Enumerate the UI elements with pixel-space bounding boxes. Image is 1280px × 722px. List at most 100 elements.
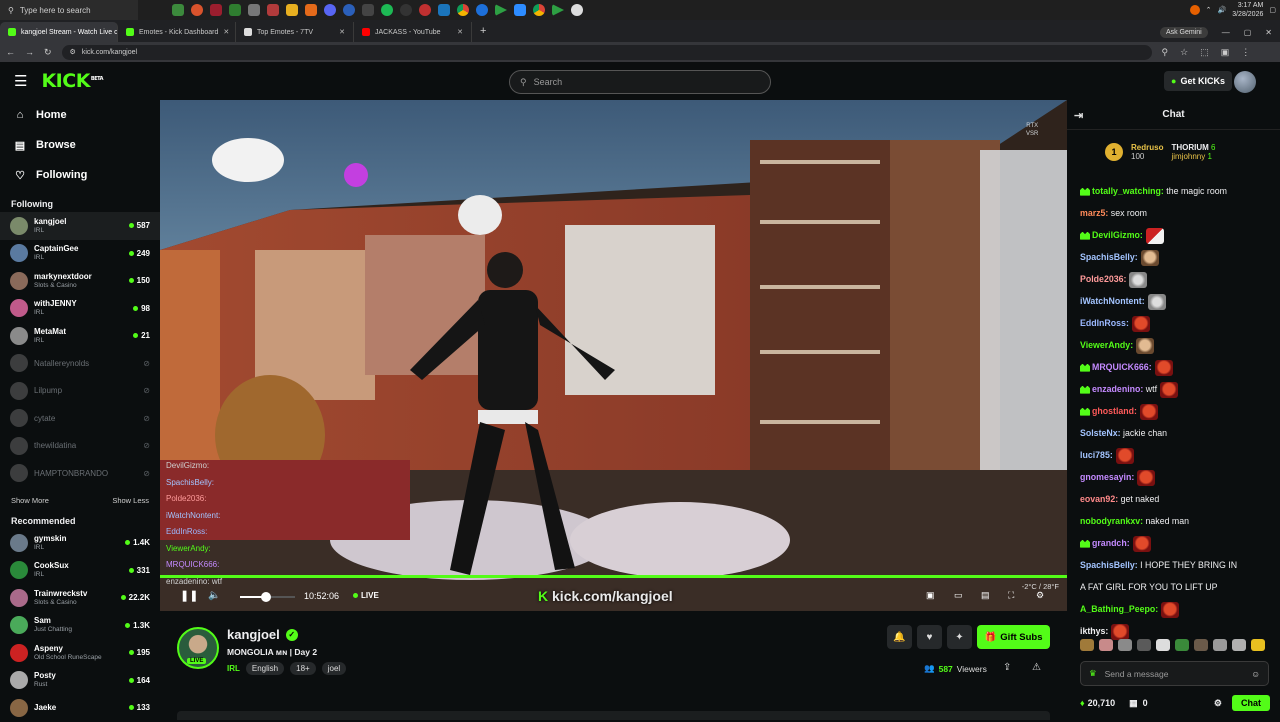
emote-icon[interactable] <box>1156 639 1170 651</box>
volume-handle[interactable] <box>260 592 271 602</box>
fullscreen-icon[interactable]: ⛶ <box>1008 590 1014 601</box>
channel-item[interactable]: CaptainGee IRL 249 <box>0 240 160 268</box>
firefox-icon[interactable] <box>1189 5 1200 15</box>
streamer-name[interactable]: kangjoel ✓ <box>227 627 298 642</box>
chat-username[interactable]: marz5: <box>1080 208 1108 218</box>
chat-username[interactable]: SpachisBelly: <box>1080 252 1138 262</box>
play-icon[interactable] <box>495 4 507 16</box>
channel-item[interactable]: Posty Rust 164 <box>0 667 160 695</box>
emote-icon[interactable] <box>1232 639 1246 651</box>
app-icon[interactable] <box>362 4 374 16</box>
settings-icon[interactable]: ⚙ <box>1036 590 1044 601</box>
chat-username[interactable]: enzadenino: <box>1092 384 1143 394</box>
chat-username[interactable]: gnomesayin: <box>1080 472 1134 482</box>
report-icon[interactable]: ⚠ <box>1032 662 1041 673</box>
emote-icon[interactable] <box>1194 639 1208 651</box>
browser-tab[interactable]: Emotes - Kick Dashboard ✕ <box>118 22 236 42</box>
emote-icon[interactable] <box>1080 639 1094 651</box>
chat-username[interactable]: totally_watching: <box>1092 186 1164 196</box>
clip-icon[interactable]: ▭ <box>954 590 963 601</box>
chat-input[interactable]: ♛ Send a message ☺ <box>1080 661 1269 686</box>
menu-icon[interactable]: ⋮ <box>1241 47 1250 58</box>
close-icon[interactable]: ✕ <box>1265 28 1272 37</box>
channel-item[interactable]: Natallereynolds ⊘ <box>0 350 160 378</box>
chat-username[interactable]: eovan92: <box>1080 494 1118 504</box>
tab-close-icon[interactable]: ✕ <box>339 28 345 36</box>
tab-close-icon[interactable]: ✕ <box>223 28 229 36</box>
spotify-icon[interactable] <box>381 4 393 16</box>
browser-tab[interactable]: JACKASS - YouTube ✕ <box>354 22 472 42</box>
emoji-icon[interactable]: ☺ <box>1251 669 1260 679</box>
channel-item[interactable]: Jaeke 133 <box>0 694 160 722</box>
app-icon[interactable] <box>172 4 184 16</box>
notification-icon[interactable]: ▢ <box>1269 6 1276 14</box>
sidepanel-icon[interactable]: ▣ <box>1221 47 1230 58</box>
pip-icon[interactable]: ▣ <box>926 590 935 601</box>
emote-icon[interactable] <box>1213 639 1227 651</box>
theater-icon[interactable]: ▤ <box>981 590 990 601</box>
kick-logo[interactable]: KICKBETA <box>41 70 103 92</box>
ask-gemini-button[interactable]: Ask Gemini <box>1159 26 1208 38</box>
clock[interactable]: 3:17 AM 3/28/2026 <box>1232 1 1263 19</box>
forward-icon[interactable]: → <box>25 47 34 57</box>
collapse-chat-icon[interactable]: ⇥ <box>1074 109 1083 122</box>
app-icon[interactable] <box>476 4 488 16</box>
share-icon[interactable]: ⇪ <box>1003 662 1011 673</box>
chat-username[interactable]: EddInRoss: <box>1080 318 1129 328</box>
app-icon[interactable] <box>191 4 203 16</box>
emote-icon[interactable] <box>1118 639 1132 651</box>
category-link[interactable]: IRL <box>227 664 240 673</box>
back-icon[interactable]: ← <box>6 47 15 57</box>
chat-username[interactable]: SolsteNx: <box>1080 428 1121 438</box>
channel-item[interactable]: Trainwreckstv Slots & Casino 22.2K <box>0 584 160 612</box>
app-icon[interactable] <box>210 4 222 16</box>
emote-icon[interactable] <box>1175 639 1189 651</box>
channel-item[interactable]: MetaMat IRL 21 <box>0 322 160 350</box>
minimize-icon[interactable]: — <box>1222 28 1230 37</box>
sidebar-item-browse[interactable]: ▤ Browse <box>0 130 160 160</box>
app-icon[interactable] <box>343 4 355 16</box>
emote-icon[interactable] <box>1099 639 1113 651</box>
app-icon[interactable] <box>305 4 317 16</box>
browser-tab[interactable]: kangjoel Stream - Watch Live o✕ <box>0 22 118 42</box>
chat-username[interactable]: A_Bathing_Peepo: <box>1080 604 1158 614</box>
channel-item[interactable]: CookSux IRL 331 <box>0 557 160 585</box>
volume-icon[interactable]: 🔈 <box>208 590 220 601</box>
search-input[interactable]: ⚲ Search <box>509 70 771 94</box>
stream-tag[interactable]: English <box>245 662 285 675</box>
taskbar-search[interactable]: ⚲ Type here to search <box>0 0 138 20</box>
star-icon[interactable]: ☆ <box>1180 47 1188 58</box>
show-less-button[interactable]: Show Less <box>112 496 149 505</box>
chat-username[interactable]: MRQUICK666: <box>1092 362 1152 372</box>
app-icon[interactable] <box>419 4 431 16</box>
chat-username[interactable]: SpachisBelly: <box>1080 560 1138 570</box>
play-icon[interactable] <box>552 4 564 16</box>
sidebar-item-following[interactable]: ♡ Following <box>0 160 160 190</box>
video-player[interactable]: RTX VSR DevilGizmo: SpachisBelly: Polde2036… <box>160 100 1067 611</box>
send-chat-button[interactable]: Chat <box>1232 695 1270 711</box>
chat-username[interactable]: iWatchNontent: <box>1080 296 1145 306</box>
channel-item[interactable]: thewildatina ⊘ <box>0 432 160 460</box>
sparkle-button[interactable]: ✦ <box>947 625 972 649</box>
channel-item[interactable]: HAMPTONBRANDO ⊘ <box>0 460 160 488</box>
avatar[interactable] <box>1234 71 1256 93</box>
follow-heart-button[interactable]: ♥ <box>917 625 942 649</box>
extensions-icon[interactable]: ⬚ <box>1200 47 1209 58</box>
new-tab-button[interactable]: + <box>480 25 486 37</box>
zoom-icon[interactable]: ⚲ <box>1162 47 1169 58</box>
chat-username[interactable]: Polde2036: <box>1080 274 1126 284</box>
channel-item[interactable]: Sam Just Chatting 1.3K <box>0 612 160 640</box>
chrome-icon[interactable] <box>533 4 545 16</box>
app-icon[interactable] <box>438 4 450 16</box>
reload-icon[interactable]: ↻ <box>44 47 52 58</box>
app-icon[interactable] <box>248 4 260 16</box>
zoom-icon[interactable] <box>514 4 526 16</box>
browser-tab[interactable]: Top Emotes - 7TV ✕ <box>236 22 354 42</box>
tab-close-icon[interactable]: ✕ <box>457 28 463 36</box>
gift-subs-button[interactable]: 🎁 Gift Subs <box>977 625 1050 649</box>
chat-username[interactable]: ikthys: <box>1080 626 1108 636</box>
chrome-icon[interactable] <box>457 4 469 16</box>
chevron-up-icon[interactable]: ⌃ <box>1206 6 1212 14</box>
gear-icon[interactable] <box>571 4 583 16</box>
chat-username[interactable]: grandch: <box>1092 538 1130 548</box>
